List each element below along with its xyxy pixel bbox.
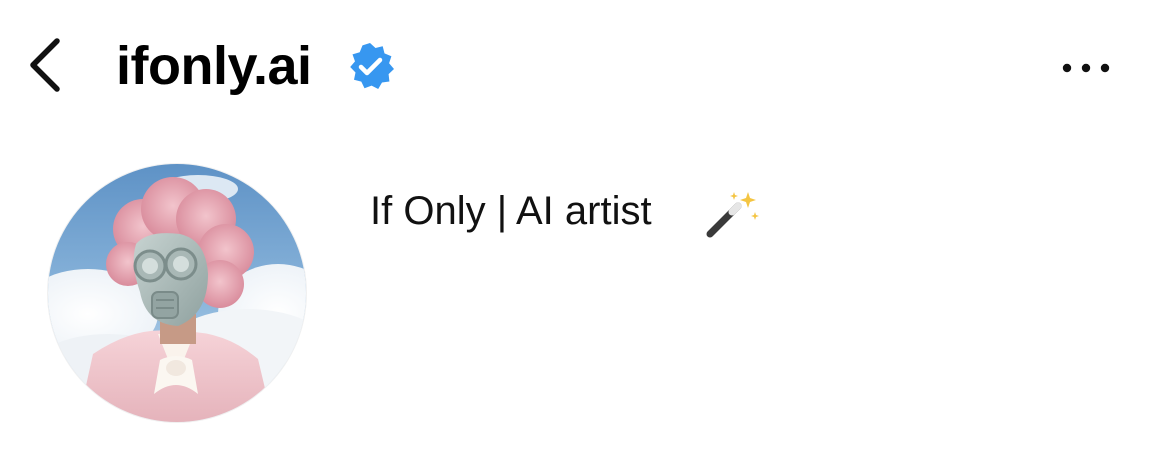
profile-page: ifonly.ai If Only | AI artist xyxy=(0,0,1170,461)
chevron-left-icon xyxy=(30,38,60,92)
profile-display-name: If Only | AI artist xyxy=(370,189,652,233)
more-options-button[interactable] xyxy=(1056,50,1116,86)
back-button[interactable] xyxy=(20,30,70,100)
more-horizontal-icon xyxy=(1062,63,1110,73)
page-title-username: ifonly.ai xyxy=(116,36,312,96)
profile-header: ifonly.ai xyxy=(0,0,1170,130)
verified-badge-icon xyxy=(350,43,394,89)
avatar-image xyxy=(48,164,306,422)
magic-wand-icon xyxy=(706,192,759,238)
avatar[interactable] xyxy=(48,164,306,422)
